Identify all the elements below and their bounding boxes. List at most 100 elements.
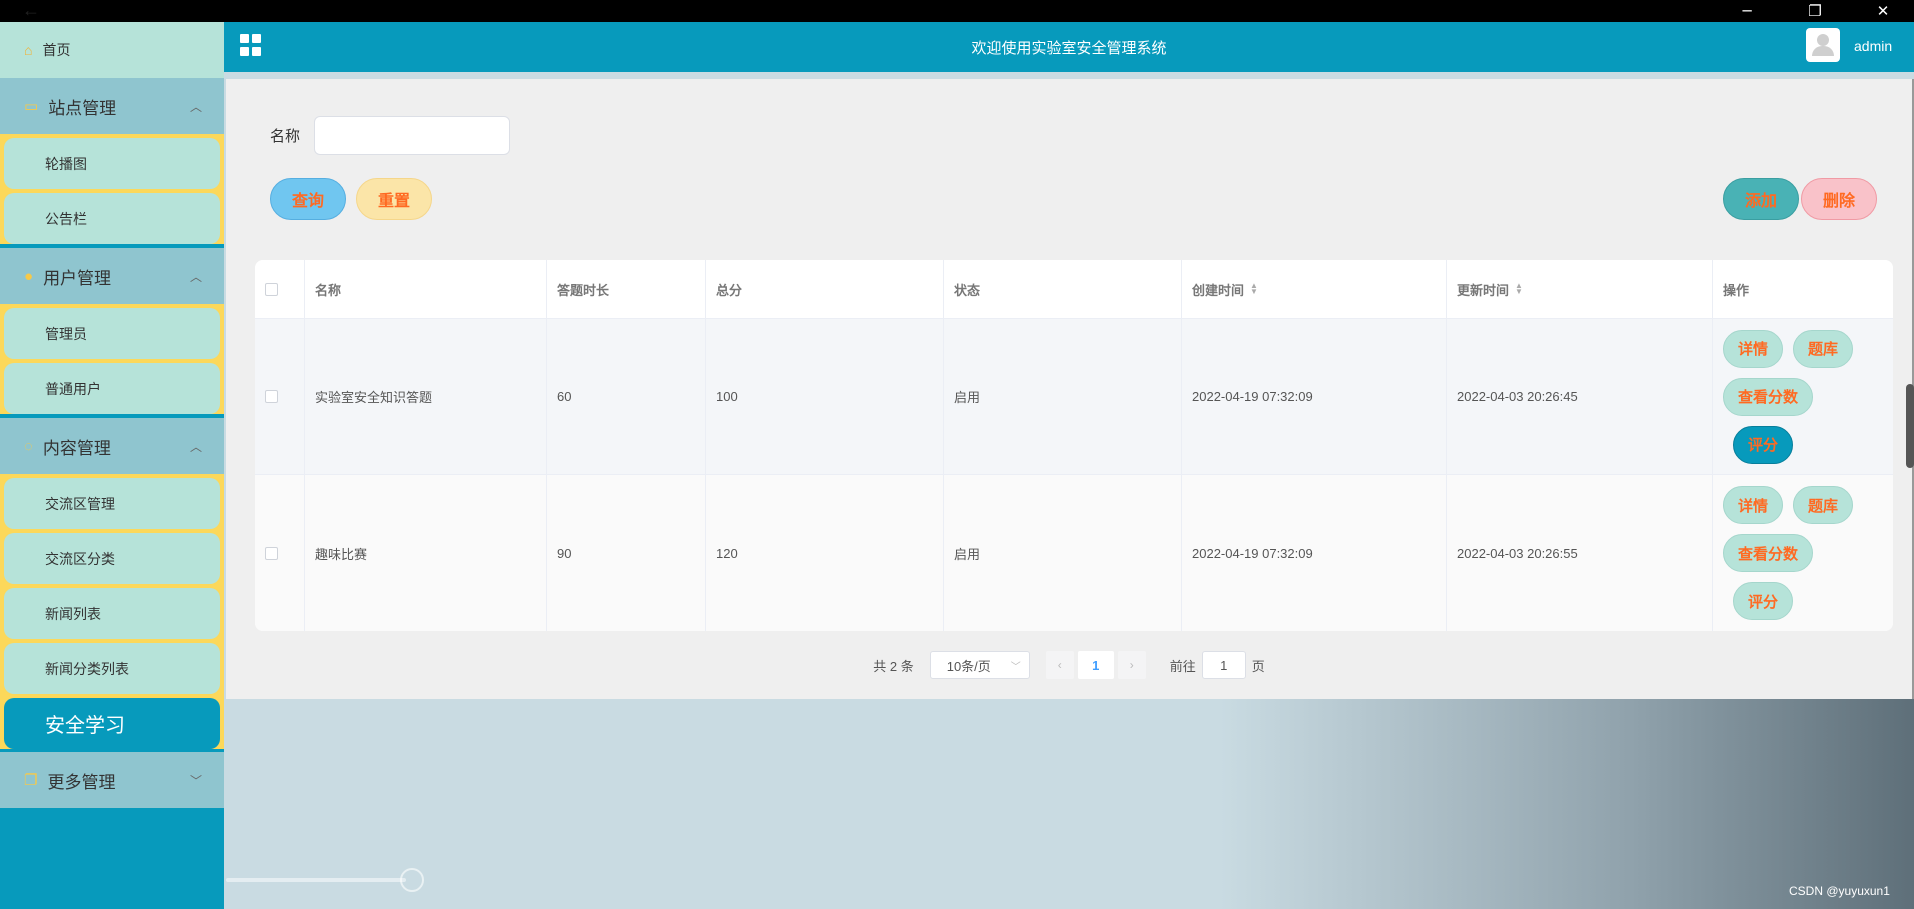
sidebar-item-admin[interactable]: 管理员 bbox=[4, 308, 220, 359]
goto-suffix: 页 bbox=[1251, 658, 1265, 674]
goto-page-input[interactable]: 1 bbox=[1201, 651, 1246, 679]
cell-actions: 详情 题库 查看分数 评分 bbox=[1713, 319, 1893, 474]
sidebar-item-label: 首页 bbox=[42, 42, 71, 58]
sidebar-item-forum-manage[interactable]: 交流区管理 bbox=[4, 478, 220, 529]
watermark: CSDN @yuyuxun1 bbox=[1789, 884, 1890, 898]
row-checkbox[interactable] bbox=[265, 390, 278, 403]
user-icon: ● bbox=[24, 267, 34, 285]
sidebar-item-notice[interactable]: 公告栏 bbox=[4, 193, 220, 244]
page-size-select[interactable]: 10条/页 ﹀ bbox=[929, 651, 1030, 679]
sort-icon[interactable]: ▲ ▼ bbox=[1250, 282, 1258, 296]
sidebar-item-carousel[interactable]: 轮播图 bbox=[4, 138, 220, 189]
cell-status: 启用 bbox=[944, 475, 1182, 631]
avatar[interactable] bbox=[1806, 28, 1840, 62]
sidebar-item-news-list[interactable]: 新闻列表 bbox=[4, 588, 220, 639]
sidebar-group-label: 内容管理 bbox=[42, 438, 111, 458]
column-header-label: 创建时间 bbox=[1192, 282, 1245, 298]
cell-score: 100 bbox=[706, 319, 944, 474]
pagination: 共 2 条 10条/页 ﹀ ‹ 1 › 前往 1 页 bbox=[226, 650, 1912, 680]
sidebar-item-safety-study[interactable]: 安全学习 bbox=[4, 698, 220, 749]
filter-name-label: 名称 bbox=[270, 128, 301, 145]
sidebar-group-content-items: 交流区管理 交流区分类 新闻列表 新闻分类列表 安全学习 bbox=[0, 474, 224, 749]
table-row: 趣味比赛 90 120 启用 2022-04-19 07:32:09 2022-… bbox=[255, 475, 1893, 631]
cell-updated: 2022-04-03 20:26:45 bbox=[1447, 319, 1713, 474]
goto-page: 前往 1 页 bbox=[1170, 651, 1265, 679]
page-title: 欢迎使用实验室安全管理系统 bbox=[971, 40, 1167, 57]
chevron-up-icon: ︿ bbox=[189, 269, 202, 284]
table-row: 实验室安全知识答题 60 100 启用 2022-04-19 07:32:09 … bbox=[255, 319, 1893, 475]
column-header-updated[interactable]: 更新时间 ▲ ▼ bbox=[1447, 260, 1713, 318]
cell-created: 2022-04-19 07:32:09 bbox=[1182, 475, 1447, 631]
window-titlebar: ← ─ ❐ ✕ bbox=[0, 0, 1914, 22]
copy-icon: ❐ bbox=[24, 772, 38, 789]
chat-icon: ◌ bbox=[24, 437, 33, 455]
minimize-button[interactable]: ─ bbox=[1722, 0, 1772, 22]
select-all-checkbox[interactable] bbox=[265, 282, 278, 296]
username[interactable]: admin bbox=[1854, 38, 1892, 54]
grade-button[interactable]: 评分 bbox=[1733, 425, 1794, 464]
page-size-value: 10条/页 bbox=[946, 658, 991, 674]
chevron-up-icon: ︿ bbox=[189, 439, 202, 454]
data-table: 名称 答题时长 总分 状态 创建时间 ▲ ▼ 更新时间 ▲ ▼ 操作 实验室安全知识… bbox=[255, 260, 1893, 631]
cell-duration: 90 bbox=[547, 475, 706, 631]
reset-button[interactable]: 重置 bbox=[356, 178, 432, 220]
arrow-left-icon[interactable]: ← bbox=[22, 0, 40, 21]
column-header-status: 状态 bbox=[944, 260, 1182, 318]
cell-duration: 60 bbox=[547, 319, 706, 474]
cell-name: 趣味比赛 bbox=[305, 475, 547, 631]
sidebar-item-forum-category[interactable]: 交流区分类 bbox=[4, 533, 220, 584]
grade-button[interactable]: 评分 bbox=[1733, 582, 1794, 620]
row-select-cell bbox=[255, 319, 305, 474]
sidebar-group-label: 更多管理 bbox=[47, 772, 116, 792]
view-score-button[interactable]: 查看分数 bbox=[1723, 534, 1814, 572]
sidebar-group-label: 用户管理 bbox=[43, 268, 112, 288]
sidebar-group-site-items: 轮播图 公告栏 bbox=[0, 134, 224, 244]
next-page-button[interactable]: › bbox=[1117, 651, 1146, 679]
cell-updated: 2022-04-03 20:26:55 bbox=[1447, 475, 1713, 631]
sidebar-item-news-category[interactable]: 新闻分类列表 bbox=[4, 643, 220, 694]
delete-button[interactable]: 删除 bbox=[1801, 178, 1877, 220]
detail-button[interactable]: 详情 bbox=[1723, 329, 1784, 368]
main-panel: 名称 查询 重置 添加 删除 名称 答题时长 总分 状态 创建时间 ▲ ▼ 更新时… bbox=[226, 79, 1912, 699]
question-bank-button[interactable]: 题库 bbox=[1793, 486, 1854, 524]
goto-label: 前往 bbox=[1169, 658, 1196, 674]
prev-page-button[interactable]: ‹ bbox=[1045, 651, 1074, 679]
grade-button-label: 评分 bbox=[1748, 437, 1779, 454]
cell-created: 2022-04-19 07:32:09 bbox=[1182, 319, 1447, 474]
chevron-down-icon: ﹀ bbox=[1010, 661, 1021, 673]
restore-button[interactable]: ❐ bbox=[1790, 0, 1840, 22]
column-header-label: 更新时间 bbox=[1457, 282, 1510, 298]
sidebar-item-home[interactable]: ⌂ 首页 bbox=[0, 22, 224, 78]
monitor-icon: ▭ bbox=[24, 98, 39, 115]
sidebar-group-user[interactable]: ● 用户管理 ︿ bbox=[0, 248, 224, 304]
cell-status: 启用 bbox=[944, 319, 1182, 474]
cell-name: 实验室安全知识答题 bbox=[305, 319, 547, 474]
chevron-down-icon: ﹀ bbox=[189, 773, 202, 788]
row-checkbox[interactable] bbox=[265, 546, 278, 560]
table-header: 名称 答题时长 总分 状态 创建时间 ▲ ▼ 更新时间 ▲ ▼ 操作 bbox=[255, 260, 1893, 319]
background-slider-knob bbox=[400, 868, 424, 892]
sidebar-group-site[interactable]: ▭ 站点管理 ︿ bbox=[0, 78, 224, 134]
home-icon: ⌂ bbox=[24, 42, 33, 58]
sidebar-group-label: 站点管理 bbox=[48, 98, 117, 118]
sidebar-group-more[interactable]: ❐ 更多管理 ﹀ bbox=[0, 752, 224, 808]
cell-score: 120 bbox=[706, 475, 944, 631]
column-header-created[interactable]: 创建时间 ▲ ▼ bbox=[1182, 260, 1447, 318]
sort-icon[interactable]: ▲ ▼ bbox=[1515, 282, 1523, 296]
sidebar-item-normal-user[interactable]: 普通用户 bbox=[4, 363, 220, 414]
background-gradient bbox=[1220, 699, 1914, 909]
sidebar-group-content[interactable]: ◌ 内容管理 ︿ bbox=[0, 418, 224, 474]
sidebar: ⌂ 首页 ▭ 站点管理 ︿ 轮播图 公告栏 ● 用户管理 ︿ 管理员 普通用户 … bbox=[0, 22, 224, 909]
background-slider-track bbox=[226, 878, 406, 882]
column-header-actions: 操作 bbox=[1723, 282, 1750, 298]
filter-name-input[interactable] bbox=[314, 116, 510, 155]
question-bank-button[interactable]: 题库 bbox=[1793, 329, 1854, 368]
query-button[interactable]: 查询 bbox=[270, 178, 346, 220]
detail-button[interactable]: 详情 bbox=[1723, 486, 1784, 524]
scrollbar-thumb[interactable] bbox=[1906, 384, 1914, 468]
page-number-current[interactable]: 1 bbox=[1077, 651, 1114, 679]
view-score-button[interactable]: 查看分数 bbox=[1723, 377, 1814, 416]
pagination-total: 共 2 条 bbox=[873, 658, 914, 674]
add-button[interactable]: 添加 bbox=[1723, 178, 1799, 220]
close-button[interactable]: ✕ bbox=[1858, 0, 1908, 22]
